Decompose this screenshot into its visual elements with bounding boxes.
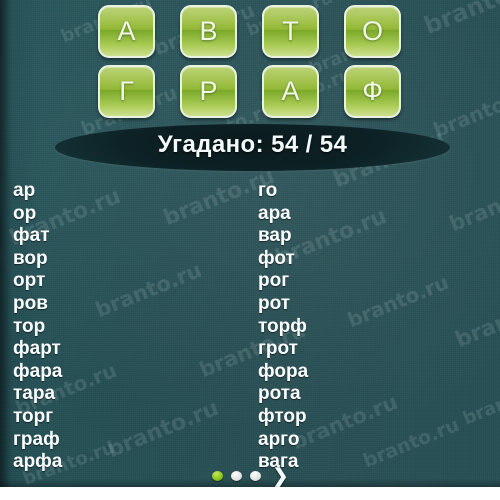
found-word: вор: [13, 247, 48, 269]
next-page-arrow-icon[interactable]: ❯: [273, 467, 289, 486]
letter-tile-label: А: [117, 16, 136, 46]
found-word: грот: [258, 338, 298, 360]
letter-tile-label: Г: [119, 76, 134, 106]
pagination-dot[interactable]: [249, 471, 261, 481]
game-board: branto.ru branto.ru branto.ru branto.ru bran…: [0, 0, 500, 487]
found-word: торг: [13, 405, 54, 427]
footer-strip: [0, 487, 500, 500]
found-word: ара: [258, 202, 291, 224]
found-word: фат: [13, 225, 50, 247]
found-word: орт: [13, 270, 46, 292]
letter-tile-label: О: [361, 16, 383, 46]
guessed-counter: Угадано: 54 / 54: [157, 131, 348, 158]
letter-tile[interactable]: В: [180, 5, 237, 58]
found-word: го: [258, 180, 278, 201]
watermark-text: branto.ru: [460, 373, 500, 430]
letter-tile[interactable]: Т: [262, 5, 319, 58]
letter-tile[interactable]: Ф: [344, 65, 401, 118]
found-word: фара: [13, 360, 63, 382]
letter-tile-label: Ф: [362, 76, 383, 106]
letter-tile[interactable]: А: [262, 65, 319, 118]
found-word: ор: [13, 202, 37, 224]
watermark-text: branto.ru: [360, 413, 463, 473]
found-word: тор: [13, 315, 46, 337]
found-word: рота: [258, 383, 301, 405]
letter-tile[interactable]: Р: [180, 65, 237, 118]
found-word: ар: [13, 180, 36, 201]
letter-tile-label: Р: [199, 76, 218, 106]
found-word: фарт: [13, 338, 61, 360]
found-word: рог: [258, 270, 290, 292]
found-word: арго: [258, 428, 300, 450]
app-screen: branto.ru branto.ru branto.ru branto.ru bran…: [0, 0, 500, 500]
found-word: фора: [258, 360, 309, 382]
found-word: тара: [13, 383, 56, 405]
found-word: торф: [258, 315, 307, 337]
found-word: вар: [258, 225, 292, 247]
letter-tile[interactable]: Г: [98, 65, 155, 118]
pagination-dot-active[interactable]: [211, 471, 223, 481]
found-word: граф: [13, 428, 60, 450]
letter-tile-label: Т: [282, 16, 299, 46]
left-edge-shadow: [0, 0, 12, 487]
watermark-text: branto.ru: [344, 269, 453, 333]
letter-tile-label: В: [199, 16, 218, 46]
found-word: рот: [258, 292, 291, 314]
letter-tile-label: А: [281, 76, 300, 106]
watermark-text: branto.ru: [446, 171, 500, 237]
letter-tile-grid: А В Т О Г Р А Ф: [98, 5, 401, 118]
letter-tile[interactable]: А: [98, 5, 155, 58]
found-word: фот: [258, 247, 295, 269]
word-column-left: ар ор фат вор орт ров тор фарт фара тара торг граф а…: [13, 180, 62, 474]
pagination-dot[interactable]: [230, 471, 242, 481]
pagination[interactable]: ❯: [0, 467, 500, 486]
watermark-text: branto.ru: [104, 395, 223, 464]
watermark-text: branto.ru: [420, 0, 500, 40]
found-word: фтор: [258, 405, 307, 427]
found-word: ров: [13, 292, 48, 314]
word-column-right: го ара вар фот рог рот торф грот фора рота фтор арг…: [258, 180, 308, 474]
watermark-text: branto.ru: [452, 285, 500, 354]
watermark-text: branto.ru: [92, 257, 206, 323]
letter-tile[interactable]: О: [344, 5, 401, 58]
